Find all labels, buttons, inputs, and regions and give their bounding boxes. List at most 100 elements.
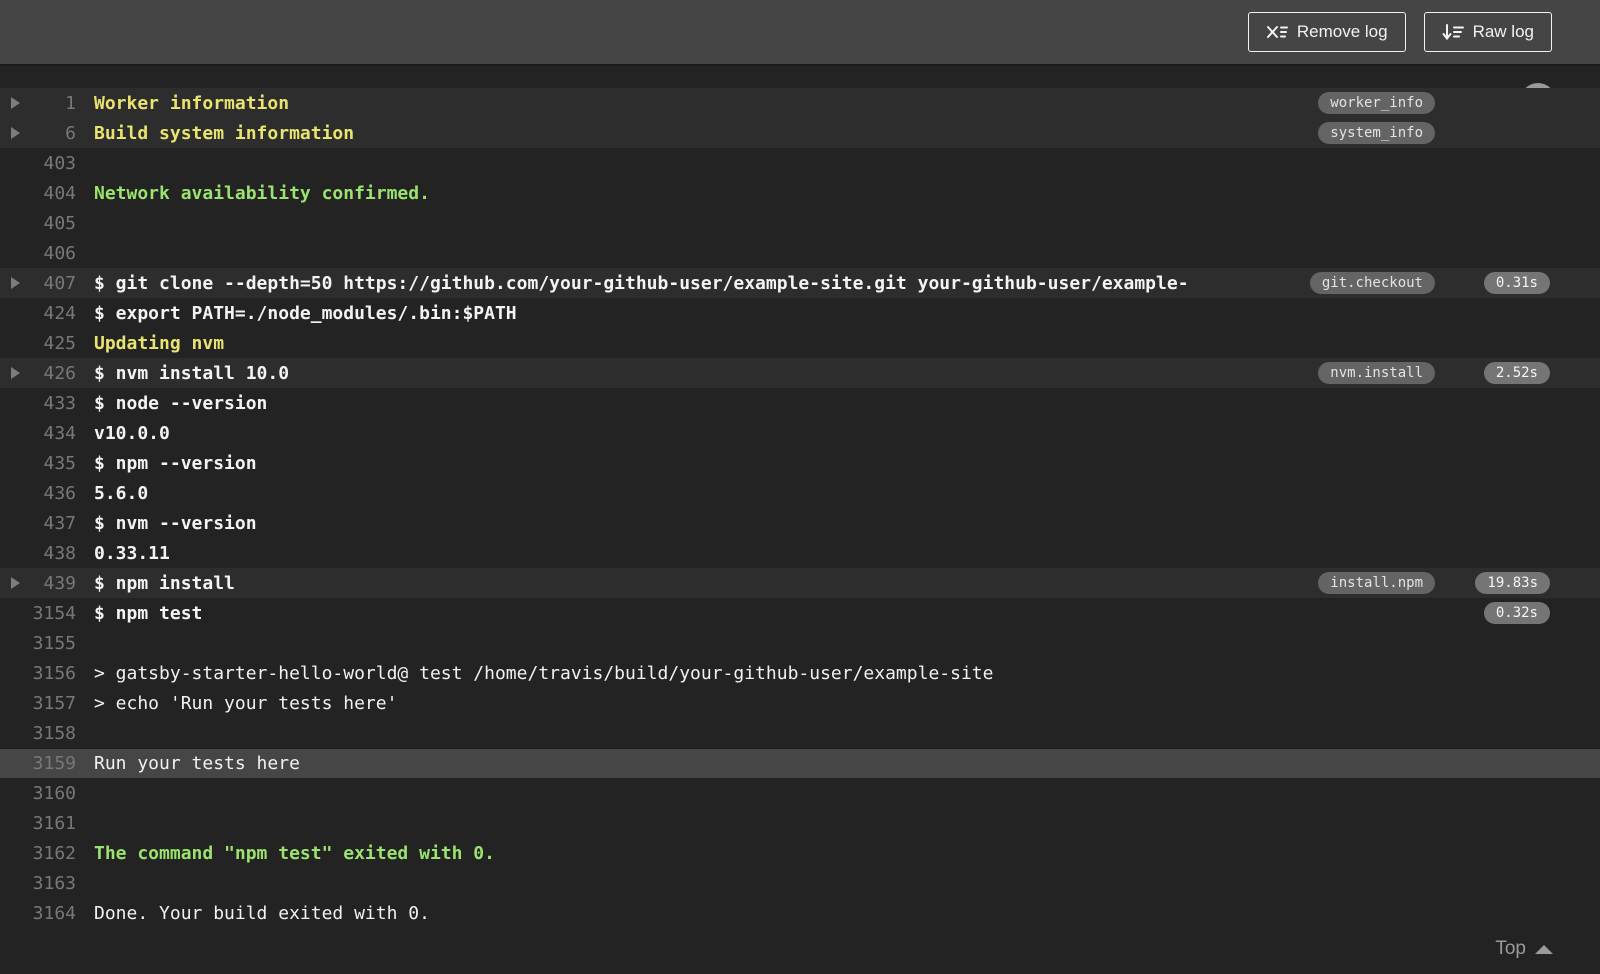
line-number[interactable]: 424 [30,303,76,324]
line-number[interactable]: 403 [30,153,76,174]
log-row: 3164 Done. Your build exited with 0. [0,898,1600,928]
fold-tag-badge: install.npm [1318,572,1435,594]
log-line-text: 0.33.11 [94,542,170,564]
line-number[interactable]: 437 [30,513,76,534]
fold-arrow-slot [0,127,30,139]
raw-log-icon [1442,23,1464,41]
log-line-text: Build system information [94,122,355,144]
log-row: 437 $ nvm --version [0,508,1600,538]
line-number[interactable]: 435 [30,453,76,474]
line-number[interactable]: 433 [30,393,76,414]
log-row: 403 [0,148,1600,178]
line-number[interactable]: 438 [30,543,76,564]
line-number[interactable]: 406 [30,243,76,264]
duration-badge: 0.31s [1483,272,1550,294]
line-number[interactable]: 3161 [30,813,76,834]
log-line-text: v10.0.0 [94,422,170,444]
log-line-text: > gatsby-starter-hello-world@ test /home… [94,662,994,684]
line-number[interactable]: 425 [30,333,76,354]
log-row: 3163 [0,868,1600,898]
raw-log-label: Raw log [1472,22,1534,41]
line-number[interactable]: 6 [30,123,76,144]
log-line-text: Worker information [94,92,290,114]
log-line-text: $ npm --version [94,452,257,474]
log-row: 3155 [0,628,1600,658]
log-row: 3158 [0,718,1600,748]
log-row: 426 $ nvm install 10.0 nvm.install 2.52s [0,358,1600,388]
fold-toggle-icon[interactable] [10,127,20,139]
duration-badge: 19.83s [1475,572,1550,594]
line-number[interactable]: 3159 [30,753,76,774]
log-row: 424 $ export PATH=./node_modules/.bin:$P… [0,298,1600,328]
log-row: 405 [0,208,1600,238]
build-log: 1 Worker information worker_info 6 Build… [0,66,1600,972]
fold-arrow-slot [0,277,30,289]
line-number[interactable]: 439 [30,573,76,594]
log-row: 407 $ git clone --depth=50 https://githu… [0,268,1600,298]
log-line-text: $ nvm install 10.0 [94,362,290,384]
raw-log-button[interactable]: Raw log [1423,12,1552,52]
line-number[interactable]: 3162 [30,843,76,864]
fold-tag-badge: system_info [1318,122,1435,144]
line-number[interactable]: 3160 [30,783,76,804]
fold-toggle-icon[interactable] [10,577,20,589]
fold-arrow-slot [0,97,30,109]
fold-tag-badge: worker_info [1318,92,1435,114]
line-number[interactable]: 3164 [30,903,76,924]
fold-toggle-icon[interactable] [10,277,20,289]
log-row: 3157 > echo 'Run your tests here' [0,688,1600,718]
log-line-text: The command "npm test" exited with 0. [94,842,495,864]
log-row: 438 0.33.11 [0,538,1600,568]
line-number[interactable]: 404 [30,183,76,204]
line-number[interactable]: 3157 [30,693,76,714]
duration-badge: 2.52s [1483,362,1550,384]
log-line-text: 5.6.0 [94,482,149,504]
log-line-text: Run your tests here [94,752,300,774]
log-line-text: Done. Your build exited with 0. [94,902,430,924]
line-number[interactable]: 405 [30,213,76,234]
line-number[interactable]: 3155 [30,633,76,654]
remove-log-icon [1266,23,1288,41]
fold-toggle-icon[interactable] [10,367,20,379]
log-line-text: $ export PATH=./node_modules/.bin:$PATH [94,302,517,324]
log-row: 433 $ node --version [0,388,1600,418]
line-number[interactable]: 3156 [30,663,76,684]
log-row: 435 $ npm --version [0,448,1600,478]
log-line-text: $ npm install [94,572,235,594]
line-number[interactable]: 426 [30,363,76,384]
caret-up-icon [1535,944,1553,954]
log-row: 3156 > gatsby-starter-hello-world@ test … [0,658,1600,688]
fold-toggle-icon[interactable] [10,97,20,109]
fold-tag-badge: nvm.install [1318,362,1435,384]
log-line-text: Updating nvm [94,332,225,354]
line-number[interactable]: 3158 [30,723,76,744]
scroll-to-top-link[interactable]: Top [1495,938,1553,960]
remove-log-button[interactable]: Remove log [1247,12,1406,52]
log-row: 3154 $ npm test 0.32s [0,598,1600,628]
log-row: 439 $ npm install install.npm 19.83s [0,568,1600,598]
line-number[interactable]: 436 [30,483,76,504]
line-number[interactable]: 3154 [30,603,76,624]
log-line-text: $ git clone --depth=50 https://github.co… [94,272,1189,294]
log-row: 1 Worker information worker_info [0,88,1600,118]
log-line-text: $ nvm --version [94,512,257,534]
log-toolbar: Remove log Raw log [0,0,1600,66]
log-row: 3159 Run your tests here [0,748,1600,778]
log-row: 3160 [0,778,1600,808]
line-number[interactable]: 1 [30,93,76,114]
log-line-text: Network availability confirmed. [94,182,430,204]
fold-arrow-slot [0,367,30,379]
remove-log-label: Remove log [1296,22,1388,41]
log-row: 404 Network availability confirmed. [0,178,1600,208]
log-line-text: $ npm test [94,602,203,624]
line-number[interactable]: 407 [30,273,76,294]
fold-tag-badge: git.checkout [1309,272,1435,294]
line-number[interactable]: 434 [30,423,76,444]
log-row: 436 5.6.0 [0,478,1600,508]
log-row: 6 Build system information system_info [0,118,1600,148]
log-row: 406 [0,238,1600,268]
line-number[interactable]: 3163 [30,873,76,894]
top-label: Top [1495,938,1526,959]
duration-badge: 0.32s [1483,602,1550,624]
fold-arrow-slot [0,577,30,589]
